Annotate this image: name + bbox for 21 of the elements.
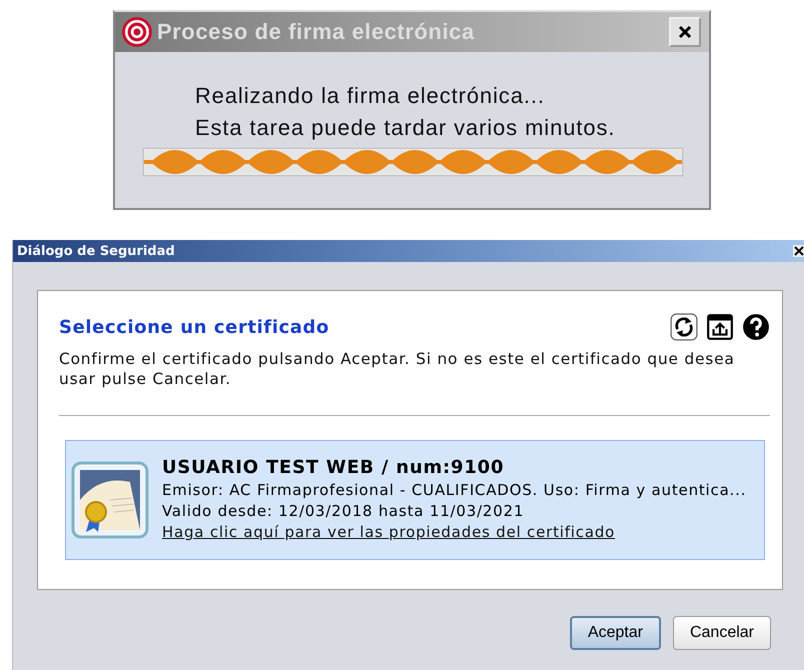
issuer-text: Emisor: AC Firmaprofesional - CUALIFICADOS. Uso: Firma y autentica...: [162, 480, 746, 501]
validity-text: Valido desde: 12/03/2018 hasta 11/03/2021: [162, 501, 526, 522]
certificate-item[interactable]: USUARIO TEST WEB / num:9100 Emisor: AC Firmaprofesional - CUALIFICADOS. Uso: Firma y autentica... Valido desde: 12/03/2018 hasta 11/03/2021 Haga clic aquí para ver las propiedades del certificado: [65, 440, 765, 560]
close-button[interactable]: [669, 17, 701, 47]
help-icon[interactable]: [742, 313, 770, 341]
instructions-text: Confirme el certificado pulsando Aceptar. Si no es este el certificado que desea usar pulse Cancelar.: [59, 349, 736, 389]
cancel-button[interactable]: Cancelar: [672, 616, 771, 650]
refresh-icon[interactable]: [670, 313, 698, 341]
accept-button[interactable]: Aceptar: [570, 616, 661, 650]
export-icon[interactable]: [706, 313, 734, 341]
certificate-name: USUARIO TEST WEB / num:9100: [162, 457, 506, 478]
close-icon[interactable]: [793, 245, 804, 257]
window-title: Diálogo de Seguridad: [17, 244, 176, 258]
logo-icon: [121, 16, 153, 48]
status-message: Esta tarea puede tardar varios minutos.: [195, 114, 616, 142]
properties-link[interactable]: Haga clic aquí para ver las propiedades del certificado: [162, 522, 746, 543]
status-message: Realizando la firma electrónica...: [195, 82, 546, 110]
close-icon: [677, 24, 693, 40]
dialog-heading: Seleccione un certificado: [59, 316, 330, 338]
certificate-icon: [70, 460, 150, 540]
window-title: Proceso de firma electrónica: [157, 19, 476, 45]
